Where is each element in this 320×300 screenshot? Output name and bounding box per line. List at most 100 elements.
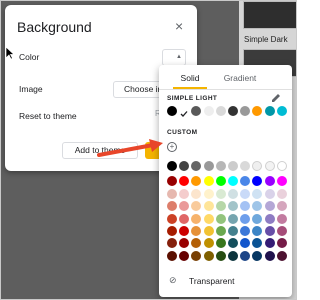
color-dropdown-button[interactable]: ▲ (162, 49, 186, 66)
palette-color-swatch[interactable] (276, 161, 287, 171)
dropdown-arrow-icon: ▲ (176, 54, 182, 60)
palette-color-swatch[interactable] (215, 188, 226, 199)
palette-color-swatch[interactable] (240, 238, 251, 249)
palette-color-swatch[interactable] (252, 188, 263, 199)
palette-color-swatch[interactable] (240, 201, 251, 212)
palette-color-swatch[interactable] (203, 176, 214, 187)
palette-color-swatch[interactable] (167, 226, 177, 236)
palette-color-swatch[interactable] (264, 213, 275, 224)
palette-color-swatch[interactable] (167, 176, 177, 187)
palette-color-swatch[interactable] (276, 250, 287, 261)
palette-color-swatch[interactable] (240, 213, 251, 224)
palette-color-swatch[interactable] (167, 238, 177, 249)
palette-color-swatch[interactable] (240, 250, 251, 261)
palette-color-swatch[interactable] (191, 250, 202, 261)
palette-color-swatch[interactable] (191, 176, 202, 187)
theme-color-swatch[interactable] (264, 106, 275, 116)
theme-color-swatch[interactable] (228, 106, 238, 116)
pencil-icon[interactable] (271, 93, 281, 103)
palette-color-swatch[interactable] (203, 238, 214, 249)
palette-color-swatch[interactable] (203, 188, 214, 199)
palette-color-swatch[interactable] (252, 176, 263, 187)
close-icon[interactable]: × (175, 18, 183, 34)
palette-color-swatch[interactable] (167, 213, 177, 224)
palette-color-swatch[interactable] (167, 201, 177, 212)
palette-color-swatch[interactable] (191, 188, 202, 199)
palette-color-swatch[interactable] (167, 250, 177, 261)
theme-color-swatch[interactable] (240, 106, 251, 116)
palette-color-swatch[interactable] (179, 238, 190, 249)
palette-color-swatch[interactable] (252, 250, 263, 261)
add-custom-color-icon[interactable]: + (167, 142, 177, 152)
palette-color-swatch[interactable] (179, 250, 190, 261)
theme-color-swatch[interactable] (215, 106, 226, 116)
theme-color-swatch[interactable] (191, 106, 202, 116)
palette-color-swatch[interactable] (276, 213, 287, 224)
palette-color-swatch[interactable] (191, 213, 202, 224)
theme-color-swatch[interactable] (203, 106, 214, 116)
palette-color-swatch[interactable] (179, 188, 190, 199)
palette-color-swatch[interactable] (276, 176, 287, 187)
theme-thumbnail[interactable] (243, 1, 296, 29)
palette-color-swatch[interactable] (264, 201, 275, 212)
palette-color-swatch[interactable] (228, 188, 238, 199)
palette-color-swatch[interactable] (191, 161, 202, 171)
palette-color-swatch[interactable] (252, 201, 263, 212)
palette-color-swatch[interactable] (179, 226, 190, 236)
palette-color-swatch[interactable] (215, 161, 226, 171)
palette-color-swatch[interactable] (179, 161, 190, 171)
palette-color-swatch[interactable] (167, 188, 177, 199)
theme-color-swatch[interactable] (252, 106, 263, 116)
palette-color-swatch[interactable] (203, 201, 214, 212)
palette-color-swatch[interactable] (240, 161, 251, 171)
palette-color-swatch[interactable] (179, 201, 190, 212)
palette-color-swatch[interactable] (252, 226, 263, 236)
palette-color-swatch[interactable] (228, 213, 238, 224)
transparent-option[interactable]: ⊘ Transparent (159, 271, 292, 291)
palette-color-swatch[interactable] (203, 161, 214, 171)
tab-gradient[interactable]: Gradient (215, 73, 265, 83)
palette-color-swatch[interactable] (264, 226, 275, 236)
palette-color-swatch[interactable] (264, 161, 275, 171)
palette-color-swatch[interactable] (264, 188, 275, 199)
palette-color-swatch[interactable] (276, 201, 287, 212)
mouse-cursor-icon (6, 47, 14, 60)
palette-color-swatch[interactable] (252, 213, 263, 224)
palette-color-swatch[interactable] (191, 226, 202, 236)
palette-color-swatch[interactable] (228, 238, 238, 249)
palette-color-swatch[interactable] (215, 176, 226, 187)
palette-color-swatch[interactable] (203, 226, 214, 236)
palette-color-swatch[interactable] (215, 226, 226, 236)
palette-color-swatch[interactable] (264, 238, 275, 249)
palette-color-swatch[interactable] (228, 176, 238, 187)
palette-color-swatch[interactable] (215, 201, 226, 212)
palette-color-swatch[interactable] (228, 226, 238, 236)
palette-color-swatch[interactable] (276, 188, 287, 199)
palette-color-swatch[interactable] (240, 188, 251, 199)
palette-color-swatch[interactable] (215, 213, 226, 224)
palette-color-swatch[interactable] (203, 213, 214, 224)
palette-color-swatch[interactable] (179, 213, 190, 224)
palette-color-swatch[interactable] (179, 176, 190, 187)
tab-solid[interactable]: Solid (165, 73, 215, 83)
palette-color-swatch[interactable] (228, 250, 238, 261)
palette-color-swatch[interactable] (191, 238, 202, 249)
palette-color-swatch[interactable] (167, 161, 177, 171)
palette-color-swatch[interactable] (240, 226, 251, 236)
palette-color-swatch[interactable] (240, 176, 251, 187)
palette-color-swatch[interactable] (264, 176, 275, 187)
palette-color-swatch[interactable] (215, 250, 226, 261)
theme-color-swatch[interactable] (276, 106, 287, 116)
palette-color-swatch[interactable] (264, 250, 275, 261)
palette-color-swatch[interactable] (228, 201, 238, 212)
theme-color-swatch[interactable] (179, 106, 190, 117)
palette-color-swatch[interactable] (276, 226, 287, 236)
palette-color-swatch[interactable] (252, 161, 263, 171)
palette-color-swatch[interactable] (228, 161, 238, 171)
palette-color-swatch[interactable] (215, 238, 226, 249)
theme-color-swatch[interactable] (167, 106, 177, 116)
palette-color-swatch[interactable] (203, 250, 214, 261)
palette-color-swatch[interactable] (276, 238, 287, 249)
palette-color-swatch[interactable] (191, 201, 202, 212)
palette-color-swatch[interactable] (252, 238, 263, 249)
